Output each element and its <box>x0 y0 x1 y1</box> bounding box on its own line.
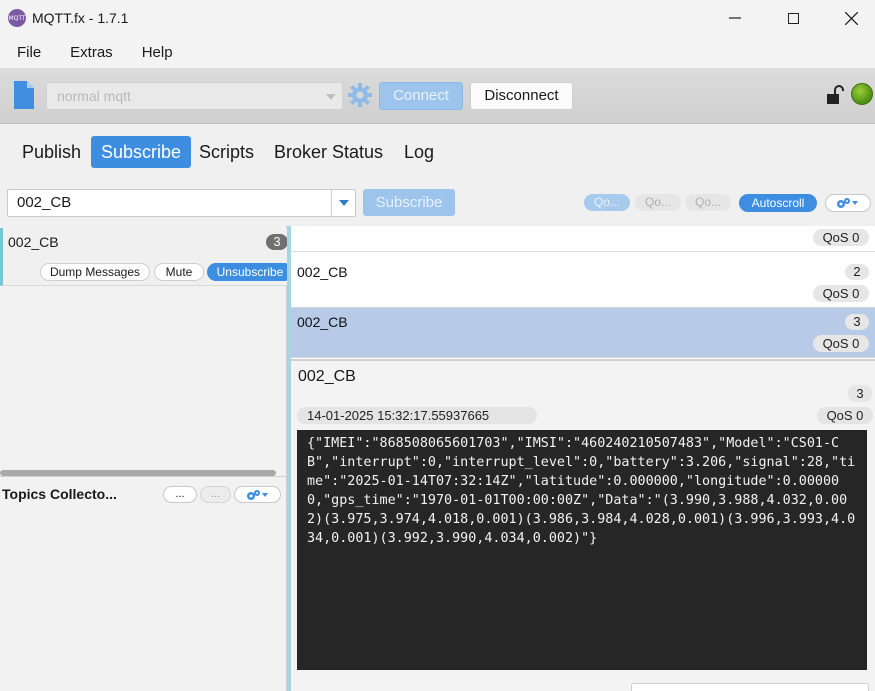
close-button[interactable] <box>822 0 875 36</box>
topics-collector-label: Topics Collecto... <box>2 486 117 502</box>
subscribe-button[interactable]: Subscribe <box>363 189 455 216</box>
profile-select-value: normal mqtt <box>57 88 131 104</box>
mute-button[interactable]: Mute <box>154 263 204 281</box>
topics-collector-bar: Topics Collecto... ... ... <box>0 476 287 508</box>
gears-dropdown-icon <box>246 489 268 500</box>
tab-publish[interactable]: Publish <box>12 136 91 168</box>
message-qos-badge: QoS 0 <box>813 335 869 352</box>
message-item-selected[interactable]: 002_CB 3 QoS 0 <box>291 308 875 358</box>
message-qos-badge: QoS 0 <box>813 229 869 246</box>
profile-select[interactable]: normal mqtt <box>46 82 343 110</box>
close-icon <box>844 11 858 25</box>
minimize-icon <box>729 17 741 19</box>
tab-broker-status[interactable]: Broker Status <box>264 136 393 168</box>
message-topic: 002_CB <box>297 264 348 280</box>
message-settings-button[interactable] <box>825 194 871 212</box>
detail-qos-badge: QoS 0 <box>817 407 873 424</box>
message-item[interactable]: QoS 0 <box>291 226 875 252</box>
subscription-item[interactable]: 002_CB 3 Dump Messages Mute Unsubscribe <box>0 228 293 286</box>
collector-stop-button[interactable]: ... <box>200 486 231 503</box>
subscriptions-panel: 002_CB 3 Dump Messages Mute Unsubscribe … <box>0 226 293 691</box>
topic-dropdown-button[interactable] <box>331 190 355 216</box>
detail-topic: 002_CB <box>298 368 356 385</box>
gear-icon[interactable] <box>347 82 373 108</box>
payload-decoder-select[interactable] <box>631 683 869 691</box>
subscription-count-badge: 3 <box>266 234 288 250</box>
unsubscribe-button[interactable]: Unsubscribe <box>207 263 293 281</box>
tab-scripts[interactable]: Scripts <box>189 136 264 168</box>
gears-dropdown-icon <box>837 198 858 208</box>
detail-number-badge: 3 <box>848 385 872 402</box>
main-tabs: Publish Subscribe Scripts Broker Status … <box>0 125 875 181</box>
message-list: QoS 0 002_CB 2 QoS 0 002_CB 3 QoS 0 <box>291 226 875 359</box>
message-qos-badge: QoS 0 <box>813 285 869 302</box>
collector-scan-button[interactable]: ... <box>163 486 197 503</box>
dump-messages-button[interactable]: Dump Messages <box>40 263 150 281</box>
chevron-down-icon <box>338 200 349 206</box>
message-item[interactable]: 002_CB 2 QoS 0 <box>291 258 875 308</box>
connection-toolbar: normal mqtt Connect Disconnect <box>0 68 875 124</box>
maximize-icon <box>787 12 799 24</box>
qos1-button[interactable]: Qo... <box>635 194 681 211</box>
title-bar: MQTT MQTT.fx - 1.7.1 <box>0 0 875 36</box>
tab-log[interactable]: Log <box>394 136 444 168</box>
window-title: MQTT.fx - 1.7.1 <box>32 10 129 26</box>
message-detail-panel: 002_CB 3 14-01-2025 15:32:17.55937665 Qo… <box>291 359 875 691</box>
unlock-icon <box>827 85 844 104</box>
menu-file[interactable]: File <box>0 44 53 61</box>
app-icon: MQTT <box>8 9 26 27</box>
edit-profiles-icon[interactable] <box>12 80 36 110</box>
minimize-button[interactable] <box>706 0 764 36</box>
qos0-button[interactable]: Qo... <box>584 194 630 211</box>
subscribe-topic-value: 002_CB <box>17 194 72 211</box>
qos2-button[interactable]: Qo... <box>685 194 731 211</box>
subscribe-topic-input[interactable]: 002_CB <box>7 189 356 217</box>
message-number-badge: 3 <box>845 314 869 330</box>
payload-viewer[interactable]: {"IMEI":"868508065601703","IMSI":"460240… <box>297 430 867 670</box>
app-icon-label: MQTT <box>8 14 26 22</box>
message-number-badge: 2 <box>845 264 869 280</box>
autoscroll-toggle[interactable]: Autoscroll <box>739 194 817 212</box>
maximize-button[interactable] <box>764 0 822 36</box>
menu-extras[interactable]: Extras <box>53 44 125 61</box>
subscription-topic: 002_CB <box>8 234 59 250</box>
disconnect-button[interactable]: Disconnect <box>470 82 573 110</box>
chevron-down-icon <box>326 94 336 100</box>
connect-button[interactable]: Connect <box>379 82 463 110</box>
message-topic: 002_CB <box>297 314 348 330</box>
detail-timestamp: 14-01-2025 15:32:17.55937665 <box>297 407 537 424</box>
menu-help[interactable]: Help <box>125 44 185 61</box>
connection-status-indicator <box>851 83 873 105</box>
collector-settings-button[interactable] <box>234 486 281 503</box>
menu-bar: File Extras Help <box>0 36 875 68</box>
tab-subscribe[interactable]: Subscribe <box>91 136 192 168</box>
